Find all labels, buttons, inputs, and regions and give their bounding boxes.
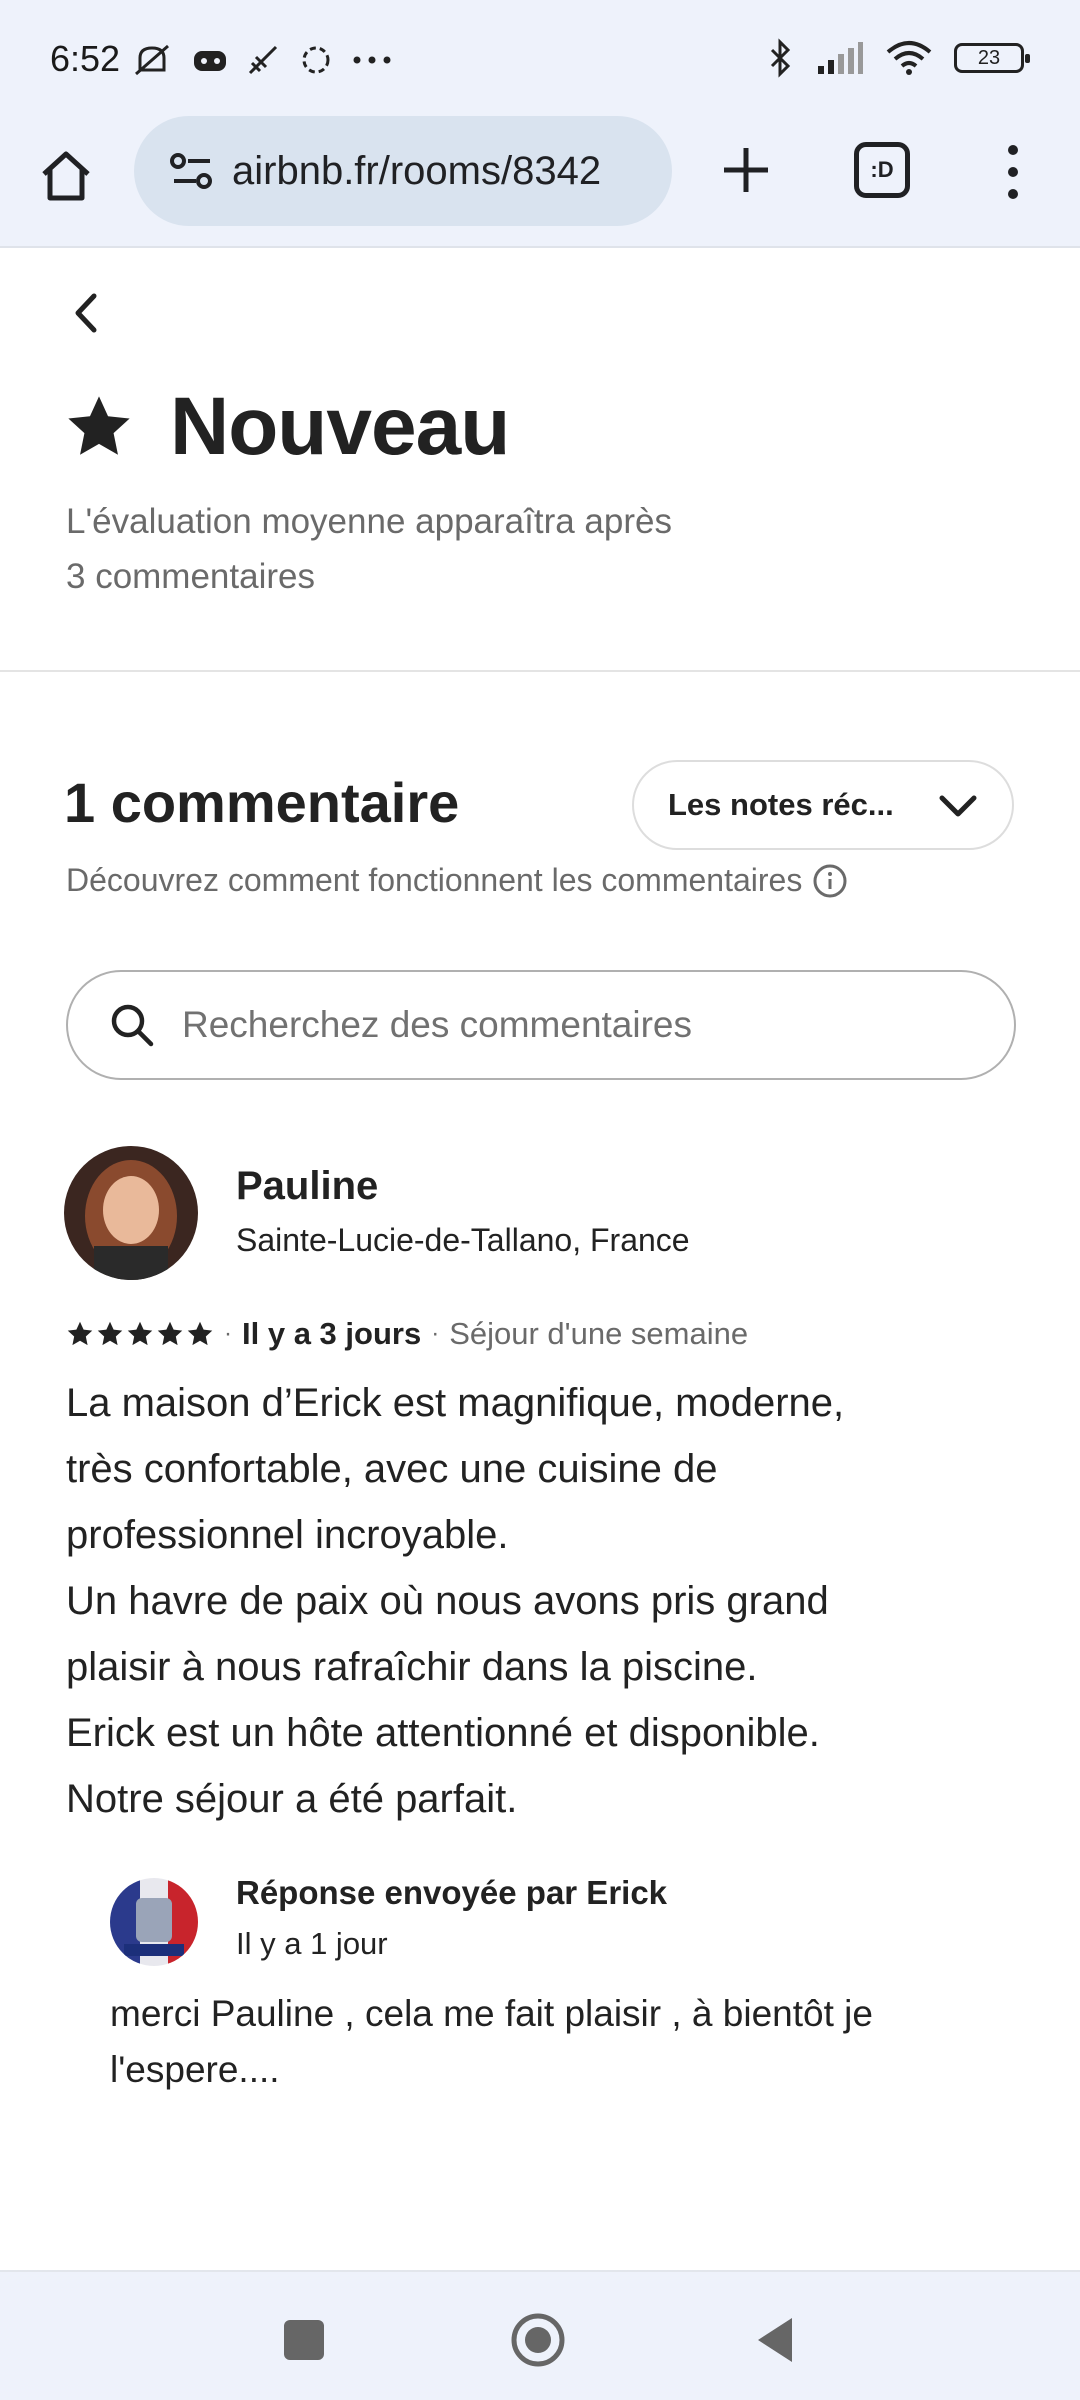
star-icon — [67, 1321, 93, 1346]
review-search-box[interactable] — [66, 970, 1016, 1080]
host-response-title: Réponse envoyée par Erick — [236, 1874, 668, 1911]
host-response-date: Il y a 1 jour — [236, 1926, 388, 1961]
menu-icon[interactable] — [1000, 142, 1026, 202]
system-icons: 23 — [768, 38, 1030, 78]
review-text: La maison d’Erick est magnifique, modern… — [66, 1370, 1026, 1832]
sort-label: Les notes réc... — [668, 787, 894, 822]
review-line: Un havre de paix où nous avons pris gran… — [66, 1579, 829, 1623]
fan-icon — [302, 46, 330, 74]
reviewer-name: Pauline — [236, 1164, 379, 1208]
review-line: très confortable, avec une cuisine de — [66, 1447, 718, 1491]
host-avatar[interactable] — [110, 1878, 198, 1966]
review-stay-length: Séjour d'une semaine — [449, 1316, 749, 1351]
back-arrow-icon[interactable] — [66, 288, 106, 338]
more-icon — [353, 56, 391, 64]
notification-icons — [130, 40, 392, 80]
star-rating — [66, 1320, 214, 1348]
rating-title: Nouveau — [170, 381, 510, 472]
reviewer-location: Sainte-Lucie-de-Tallano, France — [236, 1222, 690, 1258]
mute-icon — [135, 44, 169, 76]
star-icon — [68, 396, 130, 455]
new-tab-icon[interactable] — [714, 138, 778, 202]
avatar-photo — [64, 1146, 198, 1280]
host-avatar-photo — [110, 1878, 198, 1966]
bluetooth-icon — [770, 38, 791, 78]
reviewer-avatar[interactable] — [64, 1146, 198, 1280]
review-line: Notre séjour a été parfait. — [66, 1777, 518, 1821]
rating-subtitle-line: L'évaluation moyenne apparaîtra après — [66, 502, 672, 541]
chevron-down-icon — [939, 795, 977, 817]
home-button-icon[interactable] — [510, 2312, 566, 2368]
star-icon — [127, 1321, 153, 1346]
star-icon — [157, 1321, 183, 1346]
status-time: 6:52 — [50, 38, 121, 79]
tab-switcher-button[interactable]: :D — [854, 142, 910, 198]
review-line: plaisir à nous rafraîchir dans la piscin… — [66, 1645, 758, 1689]
battery-indicator: 23 — [954, 43, 1030, 73]
site-settings-icon[interactable] — [170, 151, 214, 191]
how-reviews-work-link[interactable]: Découvrez comment fonctionnent les comme… — [66, 862, 848, 899]
rating-header: Nouveau — [64, 380, 510, 474]
search-icon — [111, 1004, 154, 1047]
app-icon — [248, 45, 278, 75]
status-bar: 6:52 23 — [0, 0, 1080, 116]
url-text: airbnb.fr/rooms/8342 — [232, 148, 602, 193]
star-icon — [187, 1321, 213, 1346]
divider — [0, 670, 1080, 672]
back-button-icon[interactable] — [748, 2312, 804, 2368]
review-line: professionnel incroyable. — [66, 1513, 509, 1557]
meta-separator: · — [431, 1320, 440, 1347]
sort-dropdown[interactable]: Les notes réc... — [632, 760, 1014, 850]
system-navigation-bar — [0, 2270, 1080, 2400]
rating-subtitle-line: 3 commentaires — [66, 557, 315, 596]
review-meta: · Il y a 3 jours · Séjour d'une semaine — [66, 1316, 748, 1352]
review-line: La maison d’Erick est magnifique, modern… — [66, 1381, 845, 1425]
meta-separator: · — [224, 1320, 232, 1347]
browser-toolbar: airbnb.fr/rooms/8342 :D — [0, 116, 1080, 248]
host-response-text: merci Pauline , cela me fait plaisir , à… — [110, 1986, 990, 2098]
rating-subtitle: L'évaluation moyenne apparaîtra après 3 … — [66, 494, 826, 604]
review-date: Il y a 3 jours — [242, 1316, 422, 1351]
recents-icon[interactable] — [276, 2312, 332, 2368]
wifi-icon — [886, 41, 932, 75]
comments-count: 1 commentaire — [64, 771, 460, 834]
host-response-line: merci Pauline , cela me fait plaisir , à… — [110, 1993, 873, 2034]
address-bar[interactable]: airbnb.fr/rooms/8342 — [134, 116, 672, 226]
search-input[interactable] — [182, 1004, 982, 1046]
star-icon — [97, 1321, 123, 1346]
signal-icon — [818, 42, 863, 74]
info-icon[interactable] — [812, 863, 848, 899]
home-icon[interactable] — [36, 146, 96, 206]
host-response-line: l'espere.... — [110, 2049, 280, 2090]
game-icon — [194, 51, 226, 71]
how-reviews-work-text: Découvrez comment fonctionnent les comme… — [66, 862, 803, 898]
review-line: Erick est un hôte attentionné et disponi… — [66, 1711, 820, 1755]
